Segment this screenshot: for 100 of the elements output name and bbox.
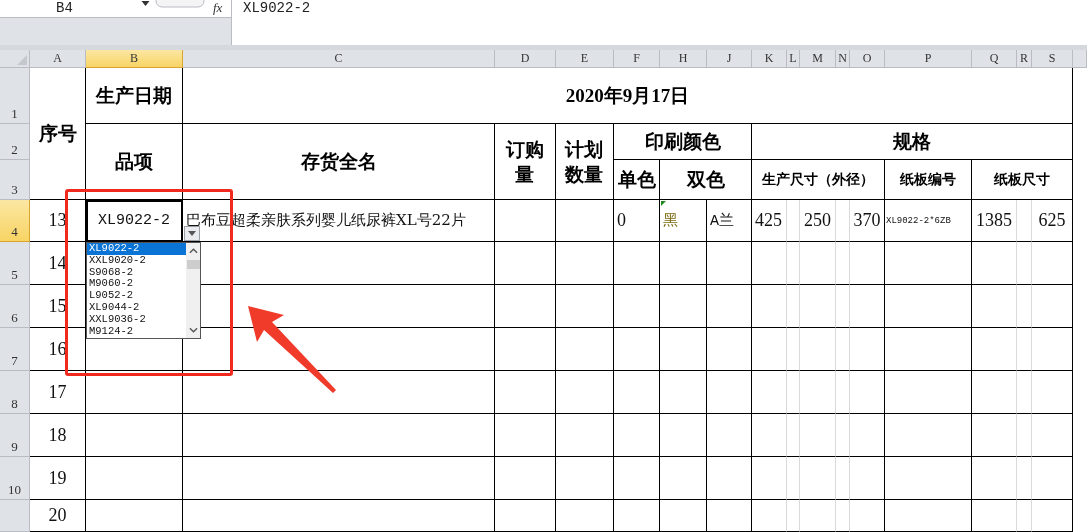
column-header[interactable]: E xyxy=(556,50,614,68)
column-header[interactable]: D xyxy=(495,50,556,68)
column-header[interactable]: Q xyxy=(972,50,1017,68)
table-cell xyxy=(660,285,707,328)
table-cell xyxy=(556,371,614,414)
row-header[interactable]: 5 xyxy=(0,242,30,285)
row-header[interactable]: 7 xyxy=(0,328,30,371)
table-cell xyxy=(614,500,660,532)
table-cell xyxy=(787,457,800,500)
table-cell xyxy=(1032,285,1073,328)
select-all-icon[interactable] xyxy=(17,55,27,65)
row-header[interactable]: 2 xyxy=(0,124,30,160)
header-cell: 存货全名 xyxy=(183,124,495,200)
table-cell xyxy=(556,285,614,328)
row-header[interactable] xyxy=(0,500,30,532)
dropdown-option[interactable]: XL9022-2 xyxy=(87,243,186,255)
row-header[interactable]: 3 xyxy=(0,160,30,200)
table-cell xyxy=(850,457,885,500)
caret-icon xyxy=(188,231,196,236)
table-cell xyxy=(1017,500,1032,532)
table-cell: 625 xyxy=(1032,200,1073,242)
scroll-down-icon[interactable] xyxy=(188,327,198,333)
column-header[interactable]: N xyxy=(836,50,850,68)
table-cell xyxy=(614,242,660,285)
table-cell xyxy=(495,414,556,457)
header-cell: 序号 xyxy=(30,68,86,200)
dropdown-button[interactable] xyxy=(184,226,200,241)
table-cell xyxy=(660,457,707,500)
table-cell xyxy=(972,242,1017,285)
corner-marker-icon xyxy=(661,201,666,206)
column-header[interactable]: A xyxy=(30,50,86,68)
header-cell: 计划数量 xyxy=(556,124,614,200)
table-cell xyxy=(787,328,800,371)
name-box[interactable]: B4 xyxy=(56,0,73,16)
table-cell: 250 xyxy=(800,200,836,242)
column-header[interactable] xyxy=(1073,50,1087,68)
table-cell xyxy=(836,500,850,532)
dropdown-option[interactable]: XL9044-2 xyxy=(87,302,186,314)
table-cell xyxy=(660,328,707,371)
table-cell xyxy=(752,285,787,328)
table-cell xyxy=(495,457,556,500)
table-cell xyxy=(1032,457,1073,500)
scroll-up-icon[interactable] xyxy=(188,248,198,254)
table-cell xyxy=(707,371,752,414)
table-cell xyxy=(836,200,850,242)
column-header[interactable]: S xyxy=(1032,50,1073,68)
dropdown-option[interactable]: M9124-2 xyxy=(87,325,186,338)
dropdown-option[interactable]: L9052-2 xyxy=(87,290,186,302)
scrollbar[interactable] xyxy=(186,243,200,338)
row-header[interactable]: 10 xyxy=(0,457,30,500)
caret-icon[interactable] xyxy=(141,1,150,6)
dropdown-option[interactable]: S9068-2 xyxy=(87,266,186,279)
column-header[interactable]: M xyxy=(800,50,836,68)
table-cell xyxy=(1032,242,1073,285)
row-header[interactable]: 6 xyxy=(0,285,30,328)
table-cell xyxy=(707,414,752,457)
dropdown-option[interactable]: XXL9020-2 xyxy=(87,254,186,267)
scroll-thumb[interactable] xyxy=(186,260,200,269)
row-header[interactable]: 4 xyxy=(0,200,30,242)
column-header[interactable]: L xyxy=(787,50,800,68)
column-header[interactable]: R xyxy=(1017,50,1032,68)
table-cell xyxy=(850,328,885,371)
table-cell: 18 xyxy=(30,414,86,457)
dropdown-option[interactable]: XXL9036-2 xyxy=(87,313,186,326)
table-cell xyxy=(556,457,614,500)
header-cell: 印刷颜色 xyxy=(614,124,752,160)
row-header[interactable]: 8 xyxy=(0,371,30,414)
formula-field[interactable]: XL9022-2 xyxy=(243,0,311,16)
table-cell xyxy=(1017,242,1032,285)
table-cell xyxy=(787,242,800,285)
table-cell xyxy=(752,457,787,500)
table-cell xyxy=(972,414,1017,457)
header-cell: 订购量 xyxy=(495,124,556,200)
table-cell xyxy=(836,285,850,328)
table-cell xyxy=(836,371,850,414)
column-header[interactable]: J xyxy=(707,50,752,68)
table-cell xyxy=(752,371,787,414)
column-header[interactable]: K xyxy=(752,50,787,68)
column-header[interactable]: F xyxy=(614,50,660,68)
column-header[interactable]: P xyxy=(885,50,972,68)
column-header[interactable]: C xyxy=(183,50,495,68)
table-cell xyxy=(836,414,850,457)
expand-handle-icon[interactable] xyxy=(155,0,205,8)
table-cell: XL9022-2 xyxy=(86,200,183,242)
table-cell xyxy=(836,457,850,500)
row-header[interactable]: 1 xyxy=(0,68,30,124)
column-header[interactable]: O xyxy=(850,50,885,68)
table-cell xyxy=(800,414,836,457)
dropdown-option[interactable]: M9060-2 xyxy=(87,278,186,291)
column-header[interactable]: H xyxy=(660,50,707,68)
header-cell: 规格 xyxy=(752,124,1073,160)
row-header[interactable]: 9 xyxy=(0,414,30,457)
header-cell: 生产尺寸（外径） xyxy=(752,160,885,200)
table-cell xyxy=(800,328,836,371)
table-cell xyxy=(556,414,614,457)
table-cell xyxy=(495,371,556,414)
table-cell xyxy=(1017,200,1032,242)
insert-function-button[interactable]: fx xyxy=(213,0,223,16)
column-header[interactable]: B xyxy=(86,50,183,68)
table-cell xyxy=(556,500,614,532)
